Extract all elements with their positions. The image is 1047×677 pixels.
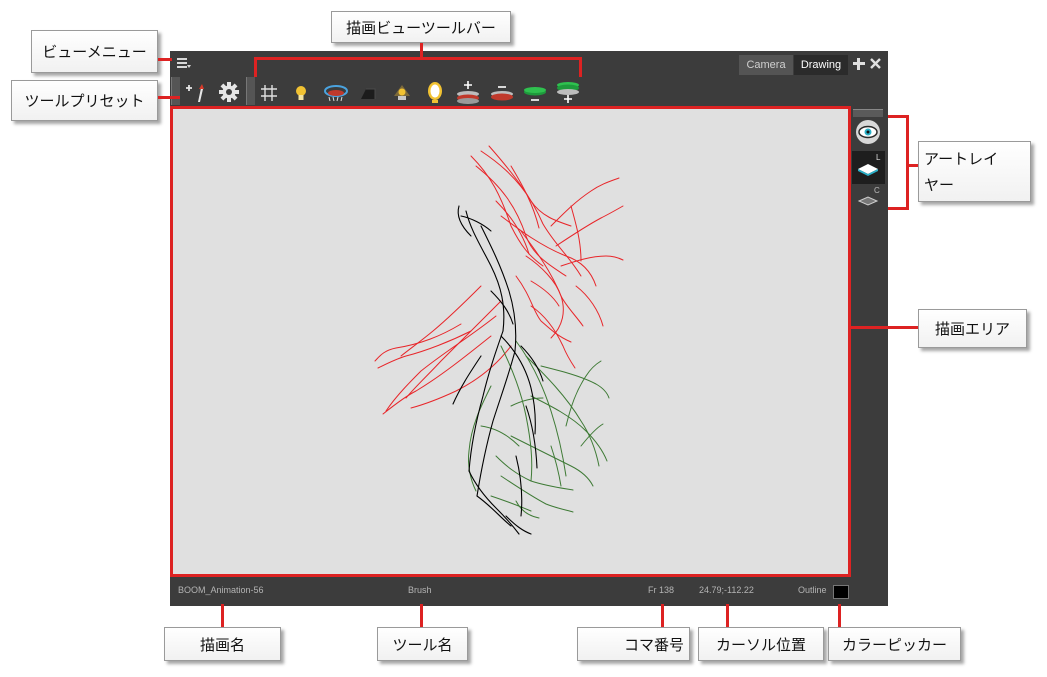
callout-tool-presets: ツールプリセット: [11, 80, 158, 121]
tool-preset-icon[interactable]: [184, 82, 208, 104]
line-art-label: L: [876, 153, 881, 162]
color-art-layer-button[interactable]: C: [852, 186, 885, 214]
leader-line: [254, 57, 582, 60]
grid-icon[interactable]: [259, 83, 279, 103]
tab-drawing[interactable]: Drawing: [794, 55, 848, 75]
frame-number-status: Fr 138: [648, 585, 675, 595]
leader-line: [851, 326, 918, 329]
callout-art-layer-line1: アートレイ: [924, 149, 999, 168]
view-menu-icon[interactable]: [176, 55, 192, 71]
leader-line: [661, 604, 664, 628]
onion-skin-icon[interactable]: [322, 83, 350, 103]
leader-line: [420, 604, 423, 628]
color-picker-swatch[interactable]: [833, 585, 849, 599]
mirror-icon[interactable]: [426, 80, 444, 105]
gear-icon[interactable]: [218, 81, 240, 103]
leader-line: [158, 96, 180, 99]
light-table-icon[interactable]: [292, 83, 310, 103]
decrease-onion-icon[interactable]: [521, 79, 549, 105]
callout-color-picker: カラーピッカー: [828, 627, 961, 661]
add-view-icon[interactable]: [852, 57, 866, 71]
callout-art-layer-line2: ヤー: [924, 175, 955, 194]
drawing-name-status: BOOM_Animation-56: [178, 585, 264, 595]
leader-line: [221, 604, 224, 628]
close-view-icon[interactable]: [869, 57, 882, 70]
layer-icon: [858, 164, 878, 176]
callout-art-layer: アートレイ ヤー: [918, 141, 1031, 202]
color-mode-status: Outline: [798, 585, 827, 595]
tool-name-status: Brush: [408, 585, 432, 595]
callout-drawing-toolbar: 描画ビューツールバー: [331, 11, 511, 43]
increase-onion-icon[interactable]: [554, 78, 582, 106]
auto-light-table-icon[interactable]: [391, 82, 413, 104]
callout-drawing-area: 描画エリア: [918, 309, 1027, 348]
color-art-label: C: [874, 186, 880, 195]
drawing-area-highlight: [170, 106, 851, 577]
callout-frame-number: コマ番号: [577, 627, 690, 661]
toolbar-handle[interactable]: [171, 77, 180, 105]
leader-line: [888, 207, 909, 210]
leader-line: [158, 58, 172, 61]
cursor-position-status: 24.79;-112.22: [699, 585, 754, 595]
layer-panel-handle[interactable]: [853, 109, 883, 117]
leader-line: [838, 604, 841, 628]
leader-line: [906, 164, 918, 167]
leader-line: [726, 604, 729, 628]
remove-drawing-icon[interactable]: [488, 79, 516, 105]
line-art-layer-button[interactable]: L: [852, 151, 885, 184]
leader-line: [579, 57, 582, 77]
callout-tool-name: ツール名: [377, 627, 468, 661]
tab-camera[interactable]: Camera: [739, 55, 793, 75]
callout-cursor-position: カーソル位置: [698, 627, 824, 661]
add-drawing-icon[interactable]: [454, 79, 482, 105]
leader-line: [906, 115, 909, 210]
toolbar-handle[interactable]: [246, 77, 255, 105]
eye-icon[interactable]: [855, 119, 881, 145]
leader-line: [254, 57, 257, 77]
shade-icon[interactable]: [358, 83, 378, 103]
layer-icon: [857, 196, 879, 206]
callout-view-menu: ビューメニュー: [31, 30, 158, 73]
callout-drawing-name: 描画名: [164, 627, 281, 661]
